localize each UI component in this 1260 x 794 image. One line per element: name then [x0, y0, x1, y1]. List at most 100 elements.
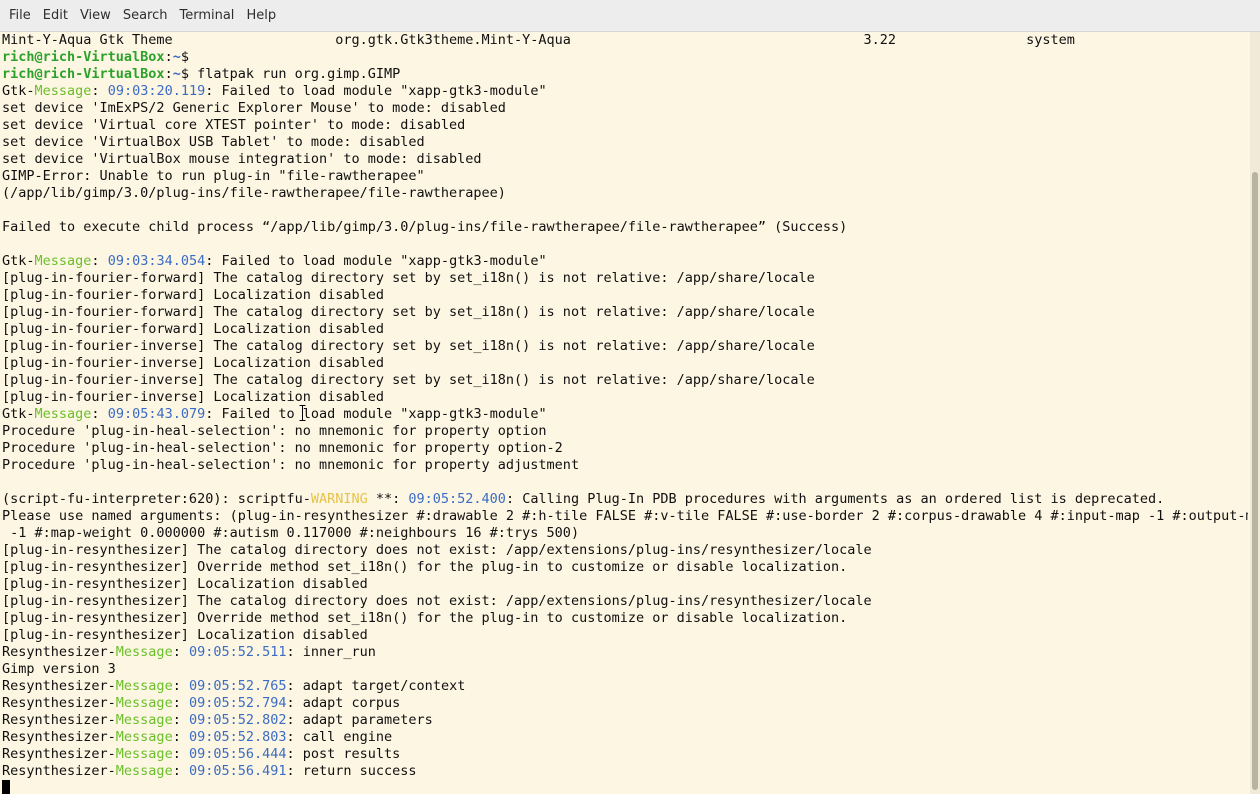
terminal-segment: 09:05:52.400 — [408, 491, 506, 507]
terminal-segment: ~ — [172, 66, 181, 82]
terminal-segment: : — [172, 678, 189, 694]
terminal-segment: Message — [115, 695, 173, 711]
terminal-segment: [plug-in-fourier-forward] The catalog di… — [2, 270, 815, 286]
terminal-line: Procedure 'plug-in-heal-selection': no m… — [2, 423, 1248, 440]
terminal-segment: Gtk- — [2, 83, 35, 99]
terminal-segment: Resynthesizer- — [2, 712, 116, 728]
terminal-segment: Resynthesizer- — [2, 729, 116, 745]
terminal-segment: ~ — [172, 49, 181, 65]
terminal-line: Gtk-Message: 09:03:20.119: Failed to loa… — [2, 83, 1248, 100]
terminal-segment: Gimp version 3 — [2, 661, 116, 677]
terminal-line: Failed to execute child process “/app/li… — [2, 219, 1248, 236]
terminal-segment: [plug-in-fourier-inverse] Localization d… — [2, 389, 385, 405]
terminal-segment: 09:05:43.079 — [107, 406, 206, 422]
terminal-line: [plug-in-fourier-forward] The catalog di… — [2, 304, 1248, 321]
terminal-line: rich@rich-VirtualBox:~$ flatpak run org.… — [2, 66, 1248, 83]
terminal-line: Resynthesizer-Message: 09:05:52.803: cal… — [2, 729, 1248, 746]
terminal-segment: [plug-in-resynthesizer] Localization dis… — [2, 627, 368, 643]
terminal-segment: -1 #:map-weight 0.000000 #:autism 0.1170… — [2, 525, 580, 541]
terminal-line: [plug-in-resynthesizer] Localization dis… — [2, 627, 1248, 644]
terminal-segment: : — [164, 66, 173, 82]
menu-bar: File Edit View Search Terminal Help — [0, 0, 1260, 32]
terminal-segment: Message — [115, 763, 173, 779]
terminal-line: Procedure 'plug-in-heal-selection': no m… — [2, 440, 1248, 457]
terminal-segment: rich@rich-VirtualBox — [2, 49, 165, 65]
terminal-segment: Please use named arguments: (plug-in-res… — [2, 508, 1248, 524]
terminal-line: [plug-in-fourier-forward] Localization d… — [2, 287, 1248, 304]
terminal-segment: : Failed to load module "xapp-gtk3-modul… — [205, 406, 547, 422]
terminal-segment: : — [172, 695, 189, 711]
terminal-segment: : Failed to load module "xapp-gtk3-modul… — [205, 253, 547, 269]
terminal-segment: : Calling Plug-In PDB procedures with ar… — [505, 491, 1165, 507]
terminal-segment: : — [172, 729, 189, 745]
terminal-segment: : Failed to load module "xapp-gtk3-modul… — [205, 83, 547, 99]
terminal-line: -1 #:map-weight 0.000000 #:autism 0.1170… — [2, 525, 1248, 542]
terminal-segment: [plug-in-fourier-forward] Localization d… — [2, 287, 385, 303]
terminal-segment: Message — [34, 253, 92, 269]
terminal-segment: : adapt target/context — [286, 678, 466, 694]
terminal-line: rich@rich-VirtualBox:~$ — [2, 49, 1248, 66]
terminal-segment: Procedure 'plug-in-heal-selection': no m… — [2, 457, 580, 473]
menu-terminal[interactable]: Terminal — [174, 4, 239, 27]
terminal-segment: 09:05:52.765 — [188, 678, 287, 694]
terminal-line: [plug-in-fourier-inverse] Localization d… — [2, 389, 1248, 406]
terminal-segment: 09:05:56.491 — [188, 763, 287, 779]
terminal-segment: : — [172, 763, 189, 779]
terminal-line: (script-fu-interpreter:620): scriptfu-WA… — [2, 491, 1248, 508]
terminal-segment: : call engine — [286, 729, 393, 745]
terminal-segment: : — [164, 49, 173, 65]
terminal-segment: [plug-in-fourier-inverse] The catalog di… — [2, 338, 815, 354]
menu-edit[interactable]: Edit — [38, 4, 73, 27]
menu-file[interactable]: File — [4, 4, 36, 27]
terminal-line: set device 'VirtualBox USB Tablet' to mo… — [2, 134, 1248, 151]
terminal-segment: 09:03:20.119 — [107, 83, 206, 99]
terminal-line: Mint-Y-Aqua Gtk Theme org.gtk.Gtk3theme.… — [2, 32, 1248, 49]
scrollbar-thumb[interactable] — [1252, 172, 1258, 790]
menu-help[interactable]: Help — [241, 4, 281, 27]
terminal-segment: Procedure 'plug-in-heal-selection': no m… — [2, 423, 547, 439]
terminal-line: [plug-in-resynthesizer] Localization dis… — [2, 576, 1248, 593]
terminal-line: [plug-in-resynthesizer] The catalog dire… — [2, 542, 1248, 559]
terminal-output[interactable]: Mint-Y-Aqua Gtk Theme org.gtk.Gtk3theme.… — [0, 32, 1260, 794]
terminal-segment: [plug-in-fourier-forward] Localization d… — [2, 321, 385, 337]
terminal-line: set device 'VirtualBox mouse integration… — [2, 151, 1248, 168]
terminal-segment: set device 'Virtual core XTEST pointer' … — [2, 117, 466, 133]
terminal-line: Gimp version 3 — [2, 661, 1248, 678]
terminal-segment: : return success — [286, 763, 417, 779]
terminal-line: [plug-in-fourier-forward] The catalog di… — [2, 270, 1248, 287]
terminal-line: set device 'ImExPS/2 Generic Explorer Mo… — [2, 100, 1248, 117]
terminal-segment: set device 'VirtualBox USB Tablet' to mo… — [2, 134, 425, 150]
terminal-segment: : post results — [286, 746, 401, 762]
terminal-segment: : — [172, 712, 189, 728]
terminal-line: [plug-in-resynthesizer] The catalog dire… — [2, 593, 1248, 610]
terminal-line: Resynthesizer-Message: 09:05:52.794: ada… — [2, 695, 1248, 712]
terminal-segment: set device 'ImExPS/2 Generic Explorer Mo… — [2, 100, 506, 116]
terminal-segment: : adapt parameters — [286, 712, 433, 728]
menu-view[interactable]: View — [75, 4, 116, 27]
terminal-segment: Message — [115, 678, 173, 694]
terminal-segment: Gtk- — [2, 253, 35, 269]
terminal-line: Gtk-Message: 09:03:34.054: Failed to loa… — [2, 253, 1248, 270]
terminal-segment: [plug-in-resynthesizer] The catalog dire… — [2, 542, 872, 558]
terminal-segment: **: — [367, 491, 409, 507]
terminal-segment: : — [172, 644, 189, 660]
terminal-line: [plug-in-fourier-inverse] The catalog di… — [2, 372, 1248, 389]
terminal-segment: Resynthesizer- — [2, 763, 116, 779]
terminal-segment: Message — [115, 746, 173, 762]
menu-search[interactable]: Search — [118, 4, 173, 27]
terminal-segment: Message — [115, 644, 173, 660]
terminal-line: Resynthesizer-Message: 09:05:52.511: inn… — [2, 644, 1248, 661]
terminal-segment: $ — [180, 49, 189, 65]
terminal-segment: Resynthesizer- — [2, 678, 116, 694]
terminal-segment: 09:05:52.803 — [188, 729, 287, 745]
scrollbar[interactable] — [1250, 32, 1260, 794]
terminal-segment: GIMP-Error: Unable to run plug-in "file-… — [2, 168, 425, 184]
terminal-segment: (script-fu-interpreter:620): scriptfu- — [2, 491, 311, 507]
terminal-line: Resynthesizer-Message: 09:05:52.802: ada… — [2, 712, 1248, 729]
terminal-segment: 09:05:52.794 — [188, 695, 287, 711]
terminal-segment: [plug-in-resynthesizer] Override method … — [2, 559, 848, 575]
terminal-text: Mint-Y-Aqua Gtk Theme org.gtk.Gtk3theme.… — [2, 32, 1248, 794]
